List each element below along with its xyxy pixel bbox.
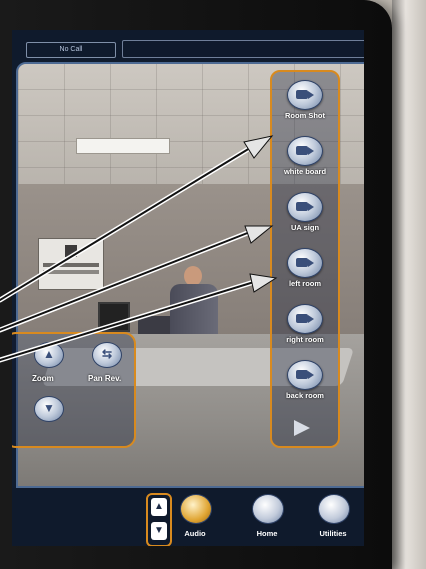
callout-arrows — [0, 135, 278, 363]
arrow-head — [243, 135, 274, 159]
arrow-head — [244, 225, 274, 244]
arrow-head — [249, 273, 278, 293]
